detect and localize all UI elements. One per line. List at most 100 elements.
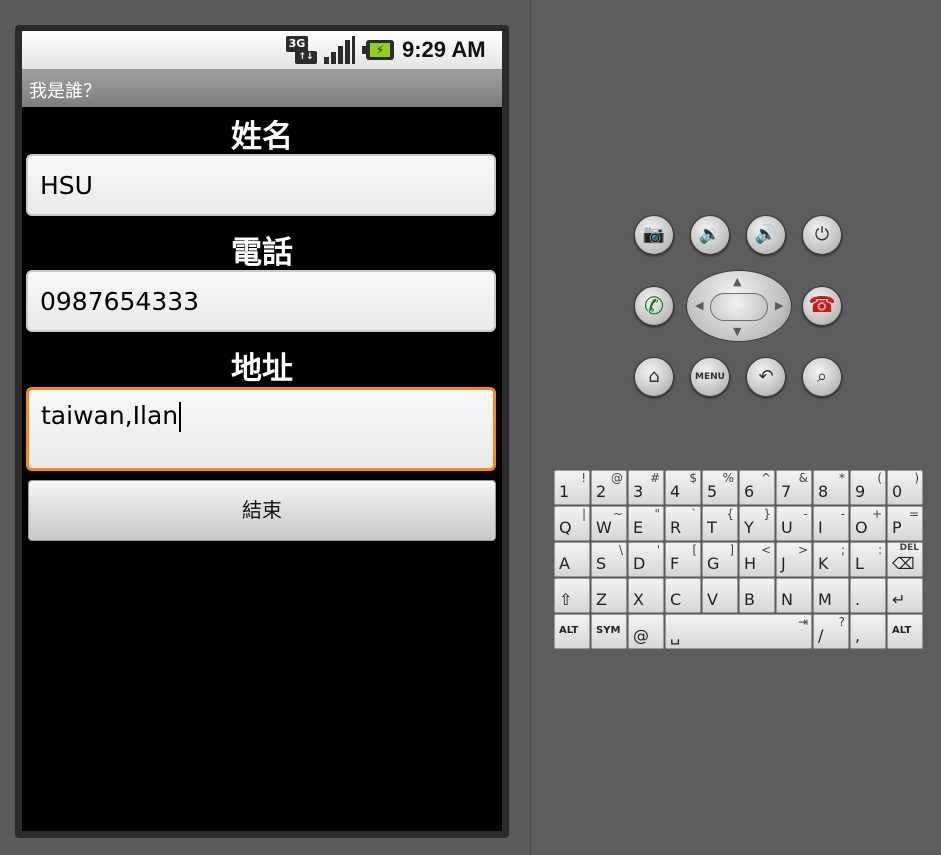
- battery-charge-glyph: ⚡: [370, 43, 390, 57]
- keyboard-key[interactable]: F[: [665, 542, 701, 577]
- keyboard-key[interactable]: L:: [850, 542, 886, 577]
- keyboard-key[interactable]: E ": [628, 506, 664, 541]
- key-label: H: [744, 554, 757, 573]
- home-icon: ⌂: [648, 366, 660, 387]
- keyboard-key[interactable]: R `: [665, 506, 701, 541]
- keyboard-key[interactable]: C: [665, 578, 701, 613]
- keyboard-key[interactable]: 3 #: [628, 470, 664, 505]
- camera-button[interactable]: 📷: [634, 215, 674, 255]
- keyboard-key[interactable]: B: [739, 578, 775, 613]
- key-label: ↵: [892, 590, 906, 609]
- keyboard-key[interactable]: @: [628, 614, 664, 649]
- keyboard-key[interactable]: 2 @: [591, 470, 627, 505]
- keyboard-key[interactable]: ↵: [887, 578, 923, 613]
- keyboard-key[interactable]: Q |: [554, 506, 590, 541]
- dpad-center-button[interactable]: [710, 293, 768, 321]
- keyboard-key[interactable]: SYM: [591, 614, 627, 649]
- key-label: W: [596, 518, 612, 537]
- key-label: @: [633, 626, 649, 645]
- keyboard-key[interactable]: 0): [887, 470, 923, 505]
- keyboard-key[interactable]: ⌫ DEL: [887, 542, 923, 577]
- dpad-down-icon[interactable]: ▼: [733, 325, 741, 338]
- name-field[interactable]: HSU: [26, 154, 496, 216]
- dpad-right-icon[interactable]: ▶: [775, 299, 783, 312]
- key-label: ⌫: [892, 554, 915, 573]
- key-label: R: [670, 518, 682, 537]
- keyboard-key[interactable]: ␣ ⇥: [665, 614, 812, 649]
- volume-up-button[interactable]: 🔊: [746, 215, 786, 255]
- keyboard-key[interactable]: 7 &: [776, 470, 812, 505]
- keyboard-key[interactable]: 1!: [554, 470, 590, 505]
- key-label: 7: [781, 482, 792, 501]
- keyboard-key[interactable]: A: [554, 542, 590, 577]
- key-label: SYM: [596, 625, 621, 636]
- keyboard-key[interactable]: D ': [628, 542, 664, 577]
- power-button[interactable]: ⏻: [802, 215, 842, 255]
- keyboard-key[interactable]: J >: [776, 542, 812, 577]
- back-button[interactable]: ↶: [746, 357, 786, 397]
- dpad-up-icon[interactable]: ▲: [733, 275, 741, 288]
- keyboard-key[interactable]: W ~: [591, 506, 627, 541]
- end-call-icon: ☎: [808, 293, 836, 318]
- call-button[interactable]: ✆: [634, 286, 674, 326]
- keyboard-key[interactable]: .: [850, 578, 886, 613]
- keyboard-key[interactable]: ALT: [887, 614, 923, 649]
- end-call-button[interactable]: ☎: [802, 286, 842, 326]
- key-alt-label: ": [654, 507, 660, 521]
- keyboard-key[interactable]: 4 $: [665, 470, 701, 505]
- volume-down-button[interactable]: 🔉: [690, 215, 730, 255]
- keyboard-key[interactable]: N: [776, 578, 812, 613]
- address-field[interactable]: taiwan,Ilan: [26, 387, 496, 471]
- keyboard-key[interactable]: 9(: [850, 470, 886, 505]
- key-alt-label: \: [618, 543, 623, 557]
- keyboard-key[interactable]: T{: [702, 506, 738, 541]
- keyboard-key[interactable]: O +: [850, 506, 886, 541]
- key-alt-label: +: [871, 507, 882, 521]
- keyboard-key[interactable]: X: [628, 578, 664, 613]
- keyboard-key[interactable]: K;: [813, 542, 849, 577]
- key-alt-label: ?: [838, 615, 845, 629]
- key-label: G: [707, 554, 720, 573]
- key-label: O: [855, 518, 868, 537]
- keyboard-key[interactable]: ALT: [554, 614, 590, 649]
- keyboard-key[interactable]: S \: [591, 542, 627, 577]
- finish-button[interactable]: 結束: [28, 480, 496, 541]
- network-arrows: ↑↓: [295, 51, 317, 64]
- keyboard-key[interactable]: ,: [850, 614, 886, 649]
- key-alt-label: `: [691, 507, 697, 521]
- keyboard-key[interactable]: /?: [813, 614, 849, 649]
- keyboard-key[interactable]: P =: [887, 506, 923, 541]
- key-alt-label: |: [581, 507, 586, 521]
- dpad-left-icon[interactable]: ◀: [695, 299, 703, 312]
- phone-field[interactable]: 0987654333: [26, 270, 496, 332]
- keyboard-key[interactable]: Y}: [739, 506, 775, 541]
- keyboard-key[interactable]: 8 *: [813, 470, 849, 505]
- key-alt-label: !: [581, 471, 586, 485]
- app-title-bar: 我是誰？: [22, 69, 502, 107]
- key-label: Q: [559, 518, 572, 537]
- keyboard-key[interactable]: H <: [739, 542, 775, 577]
- key-label: 8: [818, 482, 829, 501]
- key-label: 6: [744, 482, 755, 501]
- keyboard-key[interactable]: 6 ^: [739, 470, 775, 505]
- key-alt-label: ^: [760, 471, 771, 485]
- search-button[interactable]: ⌕: [802, 357, 842, 397]
- menu-button[interactable]: MENU: [690, 357, 730, 397]
- keyboard-key[interactable]: M: [813, 578, 849, 613]
- keyboard-key[interactable]: ⇧: [554, 578, 590, 613]
- call-icon: ✆: [643, 292, 665, 320]
- dpad[interactable]: ▲ ▼ ◀ ▶: [686, 270, 792, 342]
- volume-up-icon: 🔊: [754, 224, 778, 245]
- key-label: X: [633, 590, 644, 609]
- key-label: Y: [744, 518, 754, 537]
- keyboard-key[interactable]: I-: [813, 506, 849, 541]
- key-alt-label: $: [689, 471, 697, 485]
- signal-strength-icon: [324, 36, 356, 64]
- keyboard-key[interactable]: Z: [591, 578, 627, 613]
- home-button[interactable]: ⌂: [634, 357, 674, 397]
- keyboard-key[interactable]: U-: [776, 506, 812, 541]
- keyboard-key[interactable]: G]: [702, 542, 738, 577]
- keyboard-key[interactable]: V: [702, 578, 738, 613]
- key-label: ⇧: [559, 590, 573, 609]
- keyboard-key[interactable]: 5%: [702, 470, 738, 505]
